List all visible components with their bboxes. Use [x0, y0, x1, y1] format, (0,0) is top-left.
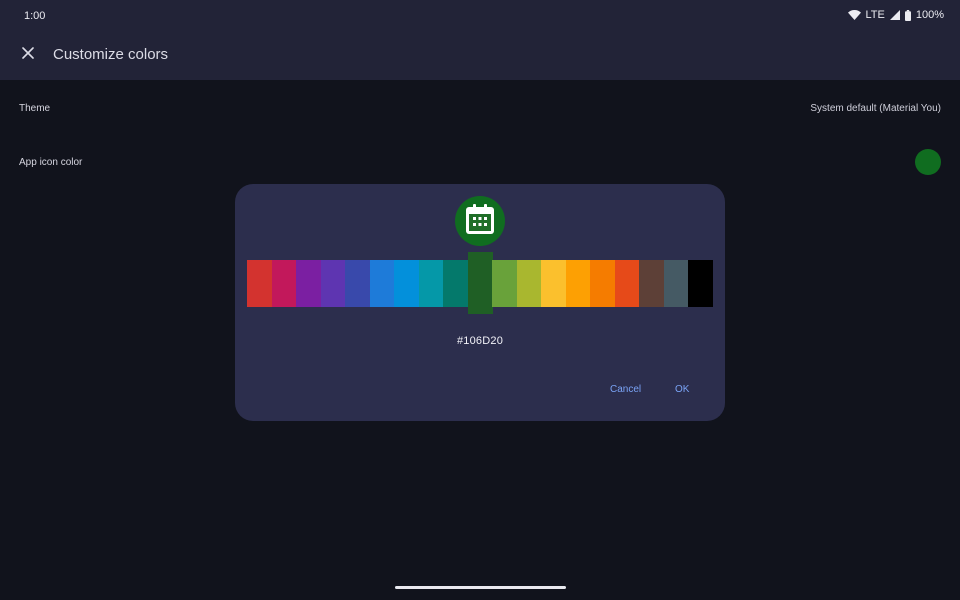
close-button[interactable]	[16, 43, 40, 67]
color-palette	[247, 252, 714, 314]
navigation-handle[interactable]	[395, 586, 566, 589]
color-swatch[interactable]	[639, 260, 665, 307]
color-swatch[interactable]	[541, 260, 567, 307]
cancel-button[interactable]: Cancel	[610, 384, 641, 395]
color-picker-dialog: #106D20 Cancel OK	[235, 184, 725, 421]
theme-value: System default (Material You)	[810, 103, 941, 114]
app-icon-color-label: App icon color	[19, 157, 83, 168]
color-swatch[interactable]	[492, 260, 518, 307]
status-icons: LTE 100%	[847, 9, 944, 21]
selected-color-hex: #106D20	[456, 335, 504, 347]
color-swatch[interactable]	[590, 260, 616, 307]
battery-icon	[904, 9, 911, 21]
color-swatch[interactable]	[345, 260, 371, 307]
ok-button[interactable]: OK	[675, 384, 689, 395]
network-type: LTE	[865, 9, 885, 21]
color-swatch[interactable]	[247, 260, 272, 307]
color-swatch[interactable]	[688, 260, 714, 307]
theme-setting-row[interactable]: Theme System default (Material You)	[0, 88, 960, 128]
app-icon-color-row[interactable]: App icon color	[0, 143, 960, 183]
color-swatch[interactable]	[271, 260, 297, 307]
theme-label: Theme	[19, 103, 51, 114]
color-swatch[interactable]	[394, 260, 420, 307]
app-icon-color-swatch[interactable]	[915, 149, 941, 175]
color-swatch[interactable]	[565, 260, 591, 307]
wifi-icon	[847, 10, 861, 20]
status-bar: 1:00 LTE 100%	[0, 0, 960, 30]
color-swatch[interactable]	[443, 260, 469, 307]
cell-signal-icon	[889, 10, 900, 20]
color-swatch[interactable]	[614, 260, 640, 307]
color-swatch[interactable]	[516, 260, 542, 307]
color-swatch[interactable]	[663, 260, 689, 307]
calendar-icon	[466, 203, 494, 239]
color-swatch[interactable]	[369, 260, 395, 307]
battery-percent: 100%	[915, 9, 944, 21]
app-icon-preview	[455, 196, 505, 246]
color-swatch[interactable]	[467, 252, 493, 314]
color-swatch[interactable]	[418, 260, 444, 307]
color-swatch[interactable]	[296, 260, 321, 307]
color-swatch[interactable]	[320, 260, 346, 307]
app-bar: Customize colors	[0, 30, 960, 80]
status-time: 1:00	[24, 10, 46, 22]
close-icon	[22, 46, 34, 64]
page-title: Customize colors	[53, 46, 169, 63]
